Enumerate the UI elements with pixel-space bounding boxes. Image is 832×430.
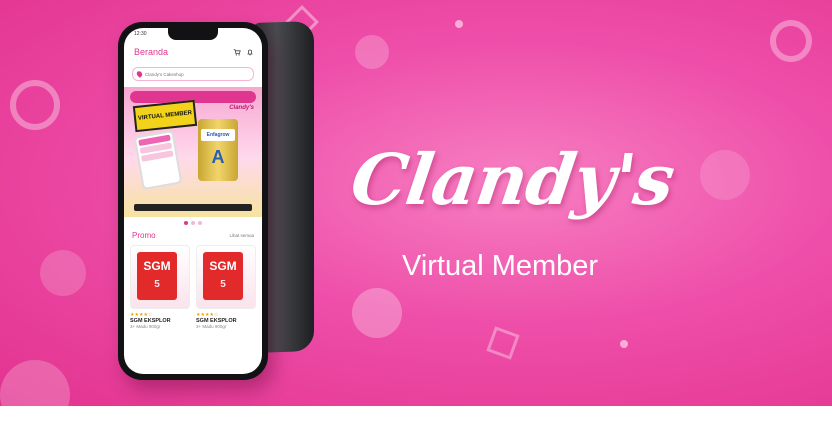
product-subtitle: 3+ Madu 900gr bbox=[130, 324, 161, 329]
product-subtitle: 3+ Madu 900gr bbox=[196, 324, 227, 329]
decor-dot bbox=[620, 340, 628, 348]
decor-circle bbox=[352, 288, 402, 338]
banner-brand: Clandy's bbox=[229, 105, 254, 111]
bell-icon[interactable] bbox=[246, 48, 254, 56]
banner-product-letter: A bbox=[211, 147, 225, 167]
decor-circle bbox=[0, 360, 70, 430]
banner-mini-phone bbox=[133, 129, 183, 191]
banner-footer bbox=[134, 204, 252, 211]
carousel-dot-active[interactable] bbox=[184, 221, 188, 225]
app-bar: Beranda bbox=[124, 39, 262, 61]
decor-dot bbox=[455, 20, 463, 28]
phone-device: 12:30 Beranda Clandy's Cakeshop VIRTUAL … bbox=[118, 22, 268, 380]
phone-screen: 12:30 Beranda Clandy's Cakeshop VIRTUAL … bbox=[124, 28, 262, 374]
cart-icon[interactable] bbox=[233, 48, 241, 56]
brand-logo-text: Clandy's bbox=[346, 138, 679, 221]
virtual-member-badge: VIRTUAL MEMBER bbox=[132, 99, 198, 133]
phone-notch bbox=[168, 28, 218, 40]
see-all-link[interactable]: Lihat semua bbox=[229, 233, 254, 238]
product-card[interactable]: SGM 5 ★★★★☆ SGM EKSPLOR 3+ Madu 900gr bbox=[196, 245, 256, 329]
product-card[interactable]: SGM 5 ★★★★☆ SGM EKSPLOR 3+ Madu 900gr bbox=[130, 245, 190, 329]
carousel-dots bbox=[124, 221, 262, 225]
decor-ring bbox=[10, 80, 60, 130]
product-image: SGM 5 bbox=[196, 245, 256, 309]
banner-product-label: Enfagrow bbox=[201, 129, 235, 141]
product-brand: SGM 5 bbox=[203, 252, 243, 300]
decor-ring bbox=[770, 20, 812, 62]
location-text: Clandy's Cakeshop bbox=[145, 71, 184, 77]
promo-banner[interactable]: VIRTUAL MEMBER Clandy's Enfagrow A bbox=[124, 87, 262, 217]
banner-product-can: Enfagrow A bbox=[198, 119, 238, 181]
carousel-dot[interactable] bbox=[191, 221, 195, 225]
decor-circle bbox=[355, 35, 389, 69]
app-bar-icons bbox=[233, 48, 254, 56]
decor-circle bbox=[40, 250, 86, 296]
tagline: Virtual Member bbox=[402, 250, 599, 282]
app-title: Beranda bbox=[134, 47, 169, 57]
promo-header: Promo Lihat semua bbox=[124, 229, 262, 242]
location-field[interactable]: Clandy's Cakeshop bbox=[132, 67, 254, 81]
product-brand: SGM 5 bbox=[137, 252, 177, 300]
promo-title: Promo bbox=[132, 231, 156, 240]
location-pin-icon bbox=[135, 70, 144, 78]
product-image: SGM 5 bbox=[130, 245, 190, 309]
carousel-dot[interactable] bbox=[198, 221, 202, 225]
promo-cards: SGM 5 ★★★★☆ SGM EKSPLOR 3+ Madu 900gr SGM… bbox=[124, 242, 262, 332]
